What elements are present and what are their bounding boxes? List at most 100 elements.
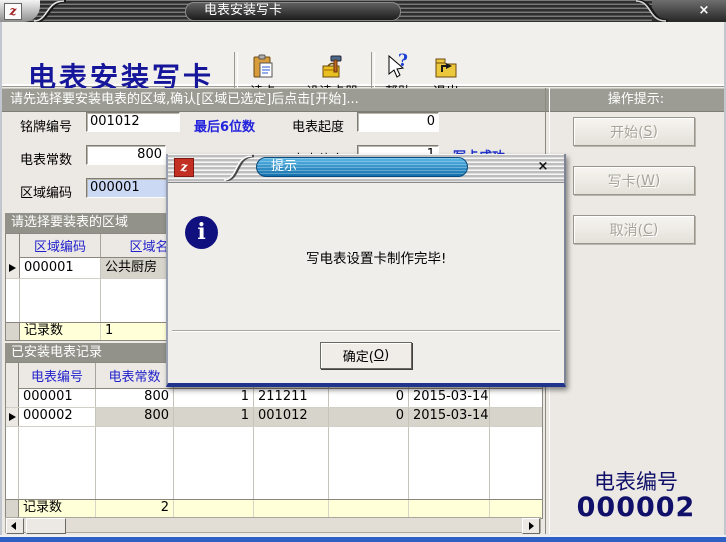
meter-constant-input[interactable]: 800 (86, 145, 166, 165)
nameplate-hint: 最后6位数 (194, 116, 255, 135)
start-reading-cell[interactable]: 0 (329, 408, 409, 426)
meter-constant-cell[interactable]: 800 (96, 389, 174, 407)
footer-filler (329, 500, 409, 517)
empty-cell (19, 427, 96, 499)
row-marker-header (6, 234, 20, 258)
operation-hint-header: 操作提示: (548, 88, 724, 112)
write-card-label-end: ) (655, 173, 660, 189)
dialog-logo-icon: z (174, 158, 194, 177)
row-marker (6, 389, 19, 407)
start-mnemonic: S (644, 124, 653, 140)
meter-table-row[interactable]: 000002 800 1 001012 0 2015-03-14 (6, 408, 542, 427)
marker-column (6, 427, 19, 499)
meter-number-value: 000002 (548, 492, 724, 523)
start-button-label-end: ) (652, 124, 657, 140)
empty-cell (490, 427, 542, 499)
titlebar-left-tab: z (0, 0, 40, 22)
scroll-left-button[interactable] (6, 518, 24, 534)
dialog-titlebar: z 提示 × (168, 154, 564, 183)
meter-id-column-header: 电表编号 (19, 363, 96, 389)
start-button-label: 开始( (610, 122, 643, 142)
toolbox-icon (319, 54, 345, 80)
info-icon: i (185, 216, 218, 249)
empty-cell (20, 279, 101, 322)
meter-table-footer: 记录数 2 (6, 499, 542, 517)
ok-button-label-end: ) (384, 348, 389, 363)
meter-ratio-cell[interactable]: 1 (174, 408, 254, 426)
filler-cell[interactable] (490, 408, 542, 426)
current-row-marker-icon (6, 258, 20, 278)
window-close-button[interactable]: × (694, 2, 714, 20)
area-code-label: 区域编码 (20, 182, 72, 201)
message-dialog: z 提示 × i 写电表设置卡制作完毕! 确定(O) (166, 154, 566, 387)
footer-filler (174, 500, 254, 517)
dialog-close-button[interactable]: × (534, 158, 552, 176)
empty-cell (254, 427, 329, 499)
marker-column (6, 279, 20, 322)
meter-ratio-cell[interactable]: 1 (174, 389, 254, 407)
window-bottom-edge (0, 535, 726, 542)
footer-filler (409, 500, 490, 517)
nameplate-label: 铭牌编号 (20, 116, 72, 135)
clipboard-icon (250, 54, 276, 80)
install-date-cell[interactable]: 2015-03-14 (409, 408, 490, 426)
window-left-edge (0, 22, 2, 542)
footer-filler (490, 500, 542, 517)
footer-marker (6, 323, 20, 340)
empty-cell (96, 427, 174, 499)
horizontal-scrollbar[interactable] (5, 517, 541, 533)
meter-constant-column-header: 电表常数 (96, 363, 174, 389)
record-count-value: 2 (96, 500, 174, 517)
start-button[interactable]: 开始(S) (573, 117, 695, 146)
start-reading-cell[interactable]: 0 (329, 389, 409, 407)
dialog-titlebar-curve-decoration (224, 154, 256, 182)
meter-install-window: z 电表安装写卡 × 电表安装写卡 读卡 (0, 0, 726, 542)
help-cursor-icon: ? (385, 54, 411, 80)
ok-button[interactable]: 确定(O) (320, 342, 412, 369)
app-logo-icon: z (4, 3, 22, 20)
footer-marker (6, 500, 19, 517)
scrollbar-thumb[interactable] (26, 518, 66, 534)
area-code-cell[interactable]: 000001 (20, 258, 101, 278)
window-titlebar: z 电表安装写卡 × (0, 0, 726, 22)
meter-table-row[interactable]: 000001 800 1 211211 0 2015-03-14 (6, 389, 542, 408)
filler-cell[interactable] (490, 389, 542, 407)
current-row-marker-icon (6, 408, 19, 426)
exit-folder-icon (433, 54, 459, 80)
question-glyph: ? (398, 51, 408, 71)
footer-filler (254, 500, 329, 517)
row-marker-header (6, 363, 19, 389)
start-reading-input[interactable]: 0 (357, 112, 439, 132)
start-reading-label: 电表起度 (292, 116, 344, 135)
ok-mnemonic: O (374, 348, 384, 363)
meter-table-empty-area (6, 427, 542, 499)
write-card-mnemonic: W (641, 173, 655, 189)
meter-id-cell[interactable]: 000001 (19, 389, 96, 407)
cancel-button[interactable]: 取消(C) (573, 215, 695, 244)
instruction-bar: 请先选择要安装电表的区域,确认[区域已选定]后点击[开始]... (2, 88, 551, 112)
empty-cell (409, 427, 490, 499)
write-card-button[interactable]: 写卡(W) (573, 166, 695, 195)
scroll-right-button[interactable] (522, 518, 540, 534)
meter-constant-cell[interactable]: 800 (96, 408, 174, 426)
write-card-label: 写卡( (608, 171, 641, 191)
ok-button-label: 确定( (343, 346, 374, 365)
dialog-divider (172, 330, 560, 332)
area-code-column-header: 区域编码 (20, 234, 101, 258)
record-count-label: 记录数 (20, 323, 101, 340)
install-date-cell[interactable]: 2015-03-14 (409, 389, 490, 407)
titlebar-right-cap (652, 0, 726, 22)
cancel-label: 取消( (610, 220, 643, 240)
meter-constant-label: 电表常数 (20, 149, 72, 168)
toolbar: 电表安装写卡 读卡 设读卡器 (0, 22, 726, 87)
nameplate-input[interactable]: 001012 (86, 112, 180, 132)
dialog-title: 提示 (256, 157, 468, 177)
cancel-mnemonic: C (643, 222, 653, 238)
empty-cell (174, 427, 254, 499)
cancel-label-end: ) (653, 222, 658, 238)
nameplate-cell[interactable]: 001012 (254, 408, 329, 426)
dialog-message: 写电表设置卡制作完毕! (306, 247, 446, 267)
meter-id-cell[interactable]: 000002 (19, 408, 96, 426)
nameplate-cell[interactable]: 211211 (254, 389, 329, 407)
window-title: 电表安装写卡 (185, 2, 401, 21)
